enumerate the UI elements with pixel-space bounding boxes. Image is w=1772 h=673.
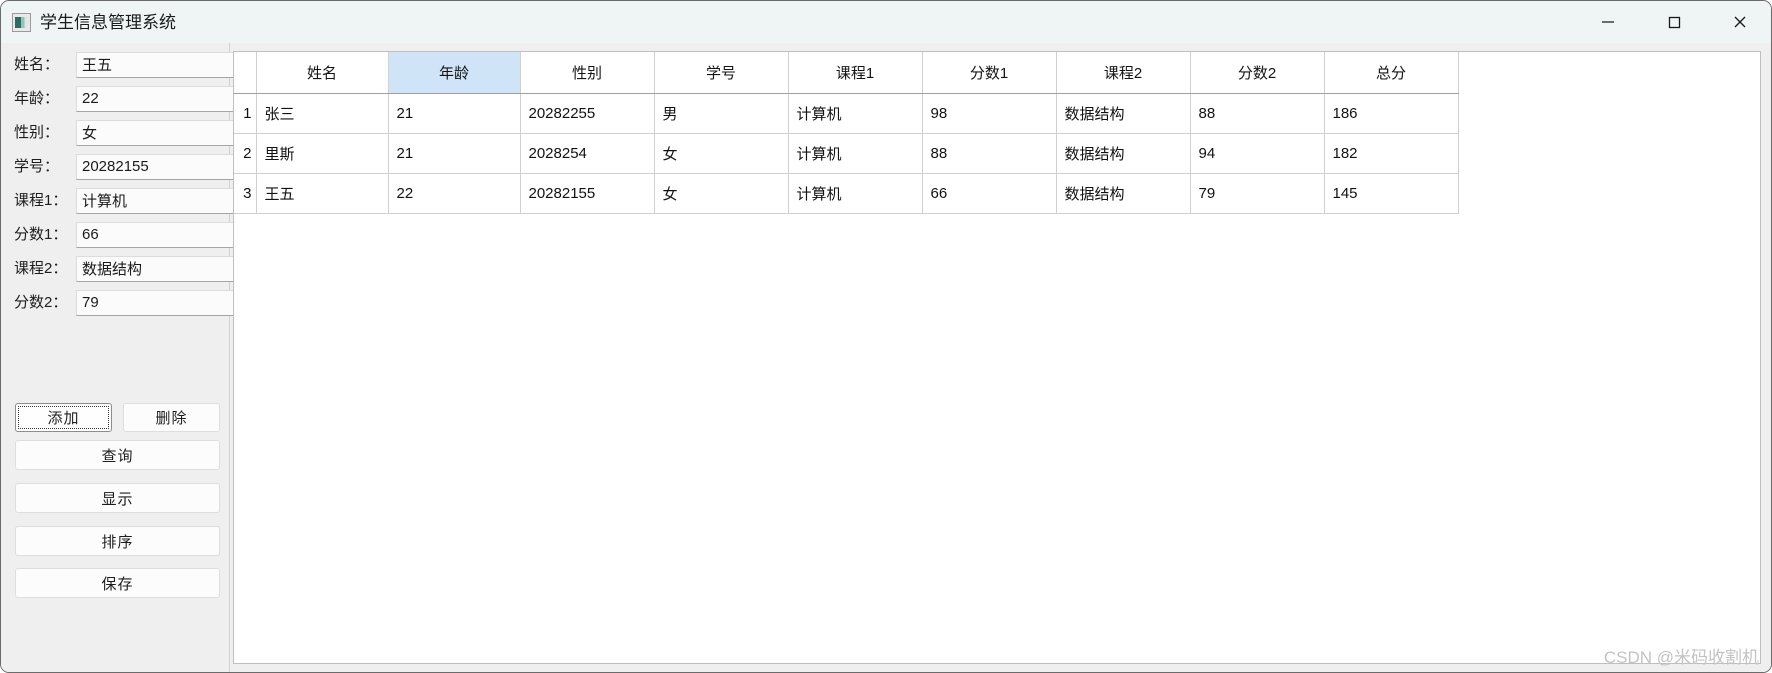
close-icon [1730,12,1750,32]
row-number: 3 [234,173,257,214]
column-header-course1[interactable]: 课程1 [788,52,923,94]
cell-course1[interactable]: 计算机 [788,133,923,174]
cell-score2[interactable]: 94 [1190,133,1325,174]
add-button-label: 添加 [47,410,80,427]
save-button-label: 保存 [101,575,134,593]
add-button[interactable]: 添加 [15,403,112,432]
maximize-icon [1664,12,1684,32]
cell-age[interactable]: 22 [388,173,521,214]
show-button[interactable]: 显示 [15,483,220,513]
cell-course1[interactable]: 计算机 [788,93,923,134]
application-window: 学生信息管理系统 姓名： 王五 年龄： 22 性别： 女 学号： 2028215… [0,0,1772,673]
cell-score1[interactable]: 98 [922,93,1057,134]
field-row-score1: 分数1： [14,221,287,248]
column-header-score2[interactable]: 分数2 [1190,52,1325,94]
column-header-name[interactable]: 姓名 [256,52,389,94]
label-student-id: 学号： [14,158,60,175]
table-row[interactable]: 1 张三 21 20282255 男 计算机 98 数据结构 88 186 [234,93,1459,134]
table-row[interactable]: 3 王五 22 20282155 女 计算机 66 数据结构 79 145 [234,173,1459,214]
column-header-gender[interactable]: 性别 [520,52,655,94]
content-area: 姓名： 年龄： 性别： 学号： 课程1： 分数1： [1,43,1771,672]
cell-course2[interactable]: 数据结构 [1056,173,1191,214]
cell-student-id[interactable]: 女 [654,133,789,174]
row-number: 1 [234,93,257,134]
table-body: 1 张三 21 20282255 男 计算机 98 数据结构 88 186 2 … [234,93,1459,214]
maximize-button[interactable] [1641,1,1707,43]
cell-student-id[interactable]: 女 [654,173,789,214]
minimize-icon [1598,12,1618,32]
student-table-panel[interactable]: 姓名 年龄 性别 学号 课程1 分数1 课程2 分数2 总分 1 张三 21 2… [233,51,1761,664]
delete-button[interactable]: 删除 [123,403,220,432]
cell-name[interactable]: 王五 [256,173,389,214]
row-number-header [234,52,257,94]
student-table: 姓名 年龄 性别 学号 课程1 分数1 课程2 分数2 总分 1 张三 21 2… [234,52,1459,214]
cell-name[interactable]: 里斯 [256,133,389,174]
row-number: 2 [234,133,257,174]
sort-button-label: 排序 [101,533,134,551]
label-gender: 性别： [14,124,60,141]
save-button[interactable]: 保存 [15,568,220,598]
cell-age[interactable]: 21 [388,133,521,174]
cell-score2[interactable]: 88 [1190,93,1325,134]
title-bar-left: 学生信息管理系统 [1,12,176,32]
cell-total[interactable]: 186 [1324,93,1459,134]
column-header-score1[interactable]: 分数1 [922,52,1057,94]
field-row-course2: 课程2： [14,255,287,282]
field-row-name: 姓名： [14,51,287,78]
field-row-score2: 分数2： [14,289,287,316]
cell-student-id[interactable]: 男 [654,93,789,134]
cell-name[interactable]: 张三 [256,93,389,134]
cell-course1[interactable]: 计算机 [788,173,923,214]
cell-age[interactable]: 21 [388,93,521,134]
cell-score1[interactable]: 88 [922,133,1057,174]
student-form-panel: 姓名： 年龄： 性别： 学号： 课程1： 分数1： [1,43,287,672]
query-button[interactable]: 查询 [15,440,220,470]
label-course2: 课程2： [14,260,68,277]
cell-score2[interactable]: 79 [1190,173,1325,214]
table-header-row: 姓名 年龄 性别 学号 课程1 分数1 课程2 分数2 总分 [234,52,1459,94]
label-score1: 分数1： [14,226,68,243]
label-age: 年龄： [14,90,60,107]
column-header-total[interactable]: 总分 [1324,52,1459,94]
label-name: 姓名： [14,56,60,73]
close-button[interactable] [1707,1,1771,43]
cell-course2[interactable]: 数据结构 [1056,93,1191,134]
app-window-icon-glyph [15,16,28,28]
field-row-gender: 性别： [14,119,287,146]
table-row[interactable]: 2 里斯 21 2028254 女 计算机 88 数据结构 94 182 [234,133,1459,174]
cell-score1[interactable]: 66 [922,173,1057,214]
sort-button[interactable]: 排序 [15,526,220,556]
field-row-age: 年龄： [14,85,287,112]
delete-button-label: 删除 [155,410,188,427]
field-row-course1: 课程1： [14,187,287,214]
query-button-label: 查询 [101,447,134,465]
app-window-icon [12,12,31,32]
column-header-course2[interactable]: 课程2 [1056,52,1191,94]
window-controls [1575,1,1771,43]
cell-gender[interactable]: 20282255 [520,93,655,134]
cell-total[interactable]: 145 [1324,173,1459,214]
label-score2: 分数2： [14,294,68,311]
minimize-button[interactable] [1575,1,1641,43]
column-header-age[interactable]: 年龄 [388,52,521,94]
window-title: 学生信息管理系统 [40,12,176,32]
column-header-student-id[interactable]: 学号 [654,52,789,94]
cell-gender[interactable]: 20282155 [520,173,655,214]
field-row-student-id: 学号： [14,153,287,180]
label-course1: 课程1： [14,192,68,209]
cell-total[interactable]: 182 [1324,133,1459,174]
cell-course2[interactable]: 数据结构 [1056,133,1191,174]
cell-gender[interactable]: 2028254 [520,133,655,174]
show-button-label: 显示 [101,490,134,508]
table-head: 姓名 年龄 性别 学号 课程1 分数1 课程2 分数2 总分 [234,52,1459,94]
title-bar: 学生信息管理系统 [1,1,1771,43]
